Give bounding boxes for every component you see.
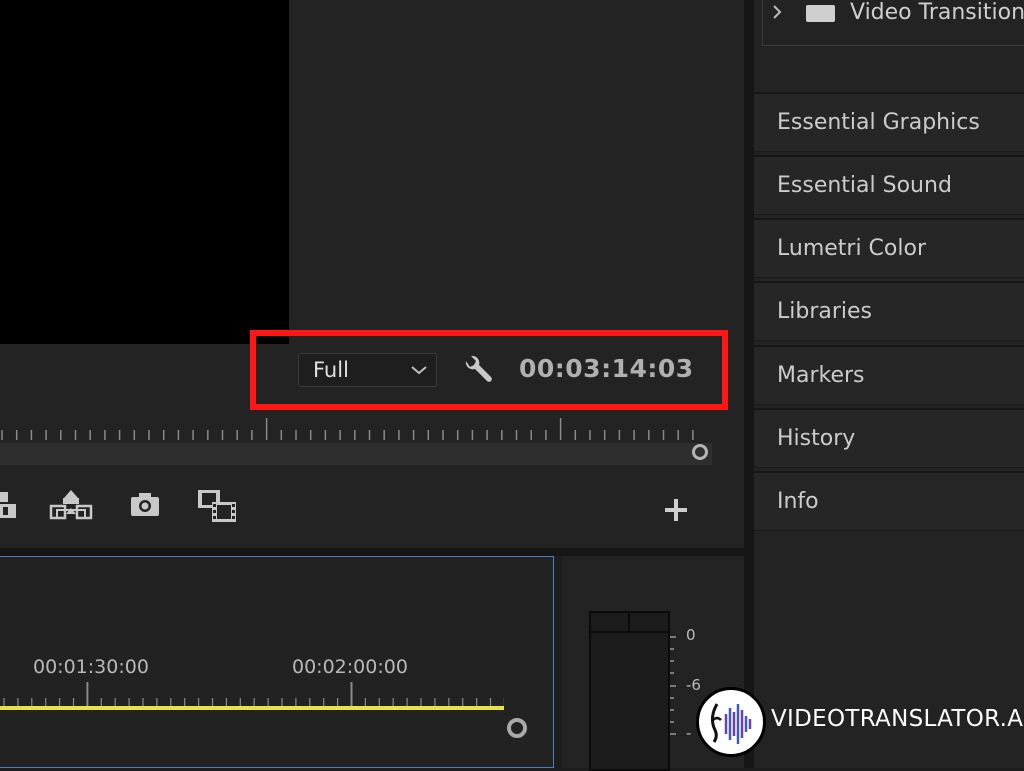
waveform-face-icon: [710, 703, 752, 744]
panel-lumetri-color[interactable]: Lumetri Color: [754, 218, 1024, 278]
monitor-scrubber-track[interactable]: [0, 443, 712, 465]
meter-label: 0: [686, 626, 696, 644]
folder-icon: [806, 5, 835, 22]
plus-icon[interactable]: [664, 498, 688, 522]
highlight-annotation-box: [250, 330, 728, 410]
panel-item-label: Lumetri Color: [777, 236, 926, 261]
panel-libraries[interactable]: Libraries: [754, 281, 1024, 341]
watermark-text: VIDEOTRANSLATOR.AI: [771, 706, 1024, 732]
panel-markers[interactable]: Markers: [754, 345, 1024, 405]
monitor-zoom-handle[interactable]: [692, 444, 708, 460]
work-area-bar[interactable]: [0, 706, 504, 710]
panel-item-label: Markers: [777, 363, 865, 388]
extract-icon[interactable]: [49, 488, 93, 520]
panel-divider-vertical[interactable]: [744, 0, 754, 768]
camera-icon[interactable]: [129, 488, 161, 520]
video-preview: [0, 0, 289, 344]
timeline-time-ruler[interactable]: [0, 682, 504, 706]
videotranslator-logo: [696, 687, 766, 757]
panel-item-label: Libraries: [777, 299, 873, 324]
panel-item-label: Essential Graphics: [777, 110, 980, 135]
chevron-right-icon[interactable]: [770, 2, 784, 22]
overwrite-icon[interactable]: [0, 488, 20, 520]
timeline-ruler-label: 00:02:00:00: [292, 656, 408, 678]
timeline-ruler-label: 00:01:30:00: [33, 656, 149, 678]
panel-essential-sound[interactable]: Essential Sound: [754, 155, 1024, 215]
film-compare-icon[interactable]: [196, 488, 240, 524]
meter-scale-ticks: [670, 636, 676, 735]
monitor-time-ruler[interactable]: [0, 418, 710, 444]
timeline-zoom-handle[interactable]: [507, 718, 527, 738]
panel-item-label: History: [777, 426, 856, 451]
panel-item-label: Essential Sound: [777, 173, 952, 198]
panel-history[interactable]: History: [754, 408, 1024, 468]
panel-divider-horizontal[interactable]: [0, 548, 744, 556]
panel-item-label: Info: [777, 489, 819, 514]
audio-meter: [589, 611, 670, 771]
audio-meter-channel-split: [628, 613, 630, 631]
panel-essential-graphics[interactable]: Essential Graphics: [754, 92, 1024, 152]
panel-info[interactable]: Info: [754, 471, 1024, 531]
video-transitions-label: Video Transitions: [850, 0, 1024, 25]
meter-label: -: [686, 724, 692, 742]
